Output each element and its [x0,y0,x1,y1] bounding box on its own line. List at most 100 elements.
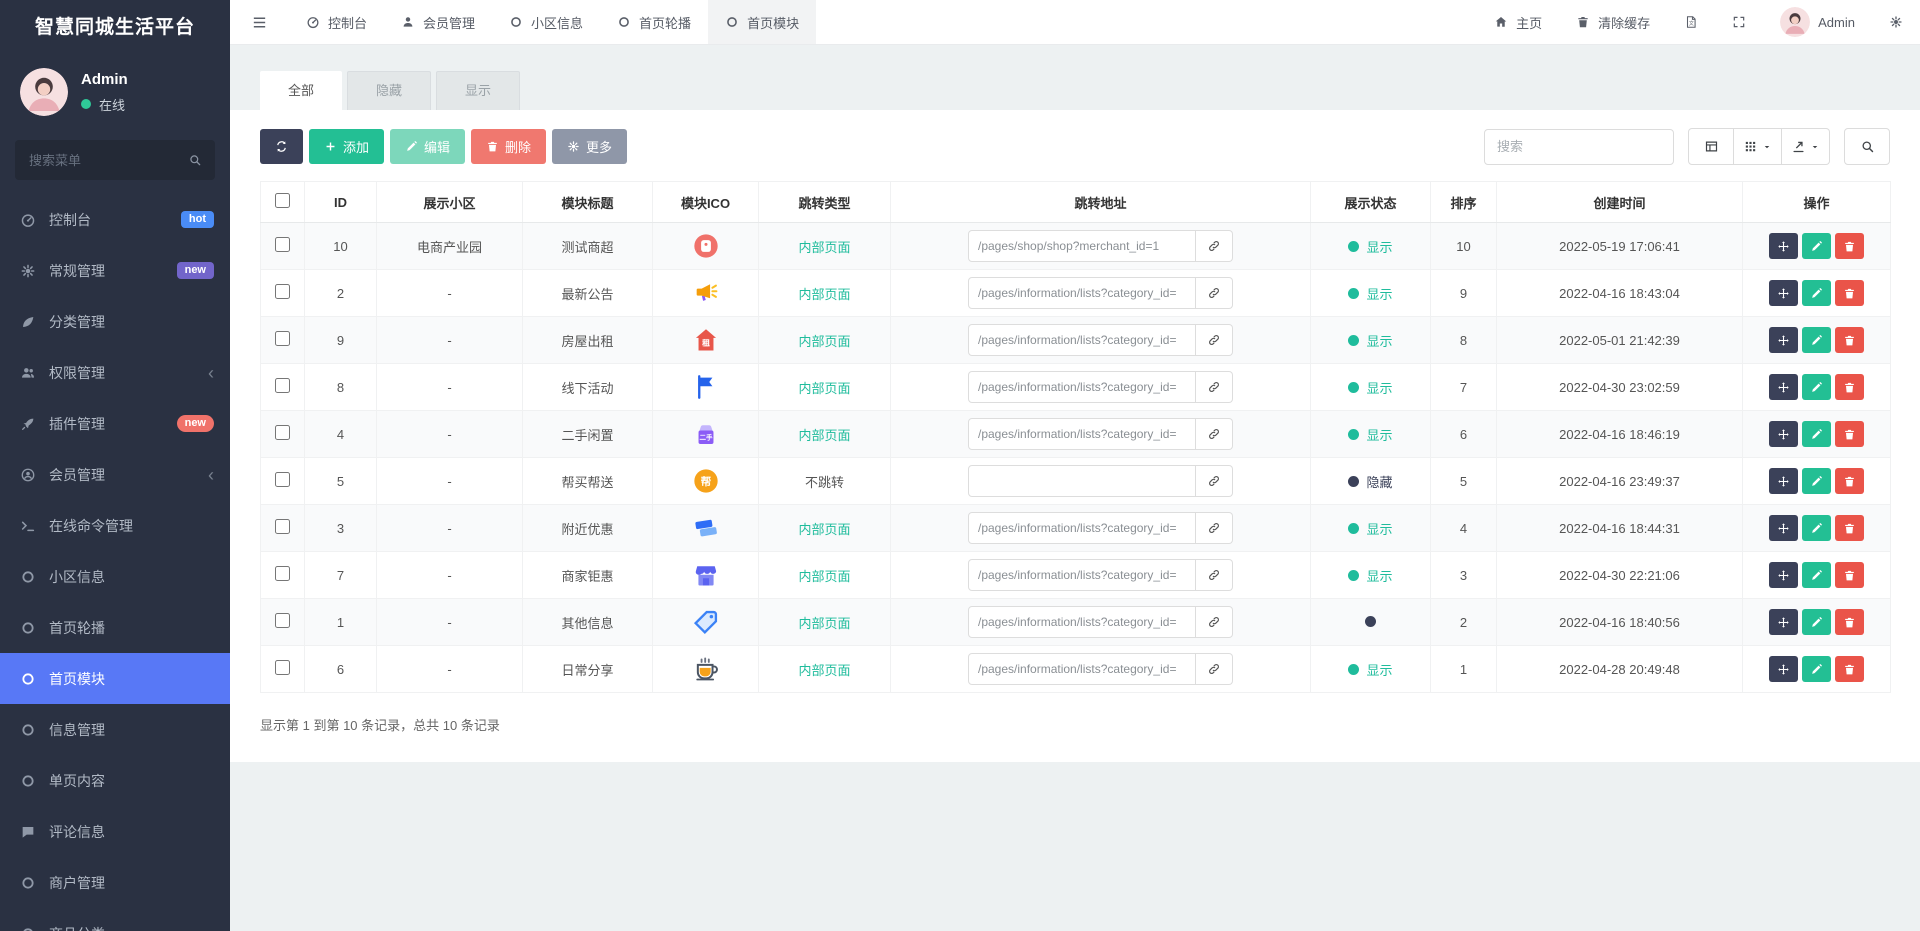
link-button[interactable] [1196,418,1233,450]
row-checkbox[interactable] [275,331,290,346]
grid-view-button[interactable] [1734,128,1782,165]
link-button[interactable] [1196,512,1233,544]
topbar-home-button[interactable]: 主页 [1477,0,1559,44]
topbar-tab-member[interactable]: 会员管理 [384,0,492,44]
link-button[interactable] [1196,606,1233,638]
jump-url-input[interactable] [968,606,1196,638]
delete-row-button[interactable] [1835,562,1864,588]
sidebar-item-banner[interactable]: 首页轮播 [0,602,230,653]
row-checkbox[interactable] [275,613,290,628]
sidebar-item-module[interactable]: 首页模块 [0,653,230,704]
topbar-user[interactable]: Admin [1763,0,1872,44]
user-panel[interactable]: Admin 在线 [0,56,230,130]
edit-button[interactable]: 编辑 [390,129,466,164]
refresh-button[interactable] [260,129,303,164]
jump-url-input[interactable] [968,559,1196,591]
search-button[interactable] [1844,128,1890,165]
jump-url-input[interactable] [968,230,1196,262]
link-button[interactable] [1196,230,1233,262]
row-checkbox[interactable] [275,425,290,440]
topbar-tab-console[interactable]: 控制台 [289,0,384,44]
sidebar-item-goods[interactable]: 商品分类 [0,908,230,931]
edit-row-button[interactable] [1802,609,1831,635]
menu-search-input[interactable] [15,140,215,180]
jump-url-input[interactable] [968,512,1196,544]
table-search-input[interactable] [1484,128,1674,165]
delete-row-button[interactable] [1835,327,1864,353]
link-button[interactable] [1196,559,1233,591]
sidebar-item-auth[interactable]: 权限管理 ‹ [0,347,230,398]
move-button[interactable] [1769,468,1798,494]
edit-row-button[interactable] [1802,327,1831,353]
topbar-language-button[interactable]: 文 [1667,0,1715,44]
row-checkbox[interactable] [275,519,290,534]
link-button[interactable] [1196,371,1233,403]
move-button[interactable] [1769,609,1798,635]
sidebar-toggle-button[interactable] [230,0,289,44]
sidebar-item-comment[interactable]: 评论信息 [0,806,230,857]
row-checkbox[interactable] [275,284,290,299]
row-checkbox[interactable] [275,378,290,393]
edit-row-button[interactable] [1802,233,1831,259]
move-button[interactable] [1769,280,1798,306]
sidebar-item-command[interactable]: 在线命令管理 [0,500,230,551]
jump-url-input[interactable] [968,277,1196,309]
sidebar-item-page[interactable]: 单页内容 [0,755,230,806]
delete-row-button[interactable] [1835,515,1864,541]
move-button[interactable] [1769,515,1798,541]
move-button[interactable] [1769,374,1798,400]
row-checkbox[interactable] [275,660,290,675]
sidebar-item-information[interactable]: 信息管理 [0,704,230,755]
move-button[interactable] [1769,656,1798,682]
edit-row-button[interactable] [1802,468,1831,494]
edit-row-button[interactable] [1802,374,1831,400]
delete-row-button[interactable] [1835,468,1864,494]
sidebar-item-general[interactable]: 常规管理 new [0,245,230,296]
move-button[interactable] [1769,327,1798,353]
move-button[interactable] [1769,562,1798,588]
delete-button[interactable]: 删除 [471,129,547,164]
filter-tab-shown[interactable]: 显示 [436,71,521,110]
filter-tab-hidden[interactable]: 隐藏 [347,71,432,110]
jump-url-input[interactable] [968,371,1196,403]
topbar-fullscreen-button[interactable] [1715,0,1763,44]
sidebar-item-addon[interactable]: 插件管理 new [0,398,230,449]
topbar-clear-cache-button[interactable]: 清除缓存 [1559,0,1667,44]
edit-row-button[interactable] [1802,562,1831,588]
more-button[interactable]: 更多 [552,129,628,164]
topbar-tab-community[interactable]: 小区信息 [492,0,600,44]
delete-row-button[interactable] [1835,374,1864,400]
link-button[interactable] [1196,277,1233,309]
edit-row-button[interactable] [1802,280,1831,306]
link-button[interactable] [1196,324,1233,356]
sidebar-item-member[interactable]: 会员管理 ‹ [0,449,230,500]
filter-tab-all[interactable]: 全部 [260,71,343,110]
topbar-settings-button[interactable] [1872,0,1920,44]
export-button[interactable] [1782,128,1830,165]
sidebar-item-community[interactable]: 小区信息 [0,551,230,602]
jump-url-input[interactable] [968,465,1196,497]
edit-row-button[interactable] [1802,656,1831,682]
table-view-button[interactable] [1688,128,1734,165]
topbar-tab-banner[interactable]: 首页轮播 [600,0,708,44]
link-button[interactable] [1196,465,1233,497]
delete-row-button[interactable] [1835,421,1864,447]
sidebar-item-category[interactable]: 分类管理 [0,296,230,347]
add-button[interactable]: 添加 [309,129,385,164]
select-all-checkbox[interactable] [275,193,290,208]
topbar-tab-module[interactable]: 首页模块 [708,0,817,44]
jump-url-input[interactable] [968,324,1196,356]
row-checkbox[interactable] [275,237,290,252]
sidebar-item-console[interactable]: 控制台 hot [0,194,230,245]
delete-row-button[interactable] [1835,609,1864,635]
jump-url-input[interactable] [968,653,1196,685]
row-checkbox[interactable] [275,566,290,581]
delete-row-button[interactable] [1835,656,1864,682]
edit-row-button[interactable] [1802,515,1831,541]
link-button[interactable] [1196,653,1233,685]
row-checkbox[interactable] [275,472,290,487]
edit-row-button[interactable] [1802,421,1831,447]
sidebar-item-merchant[interactable]: 商户管理 [0,857,230,908]
jump-url-input[interactable] [968,418,1196,450]
delete-row-button[interactable] [1835,233,1864,259]
